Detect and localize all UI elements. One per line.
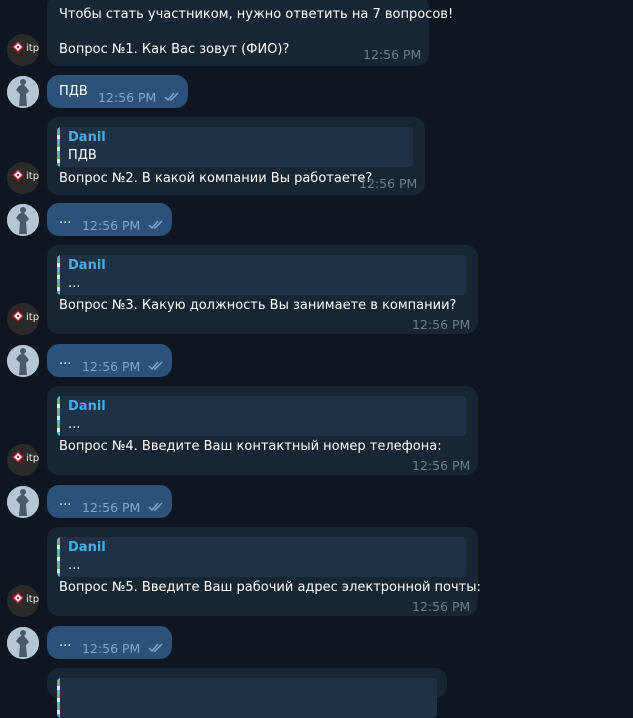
message-time: 12:56 PM	[359, 176, 418, 191]
message-time: 12:56 PM	[82, 359, 141, 374]
double-check-icon	[148, 220, 163, 230]
message-time: 12:56 PM	[82, 500, 141, 515]
user-avatar[interactable]	[7, 486, 39, 518]
logo-text: itp	[26, 312, 39, 323]
user-avatar[interactable]	[7, 627, 39, 659]
message-text: Вопрос №5. Введите Ваш рабочий адрес эле…	[59, 580, 481, 595]
bot-avatar[interactable]: itp	[7, 444, 39, 476]
message-text: Вопрос №2. В какой компании Вы работаете…	[59, 171, 373, 186]
reply-quote[interactable]: Danil ...	[57, 396, 466, 436]
logo-text: itp	[26, 43, 39, 54]
user-avatar[interactable]	[7, 345, 39, 377]
bot-avatar[interactable]: itp	[7, 34, 39, 66]
user-silhouette-icon	[7, 345, 39, 377]
bot-avatar[interactable]: itp	[7, 303, 39, 335]
user-silhouette-icon	[7, 204, 39, 236]
logo-text: itp	[26, 171, 39, 182]
reply-quote[interactable]: Danil ...	[57, 537, 466, 577]
message-time: 12:56 PM	[412, 458, 471, 473]
double-check-icon	[148, 361, 163, 371]
quote-bar	[57, 678, 60, 718]
reply-quote[interactable]	[57, 678, 437, 718]
message-text: Вопрос №3. Какую должность Вы занимаете …	[59, 298, 457, 313]
double-check-icon	[164, 92, 179, 102]
user-message[interactable]: ... 12:56 PM	[47, 203, 172, 236]
logo-text: itp	[26, 453, 39, 464]
message-text: ...	[59, 494, 72, 509]
message-text: ...	[59, 635, 72, 650]
user-message[interactable]: ПДВ 12:56 PM	[47, 75, 188, 108]
message-time: 12:56 PM	[412, 317, 471, 332]
logo-icon	[12, 592, 24, 604]
reply-quote[interactable]: Danil ПДВ	[57, 127, 413, 167]
logo-icon	[12, 41, 24, 53]
quote-text: ...	[68, 276, 81, 291]
user-message[interactable]: ... 12:56 PM	[47, 626, 172, 659]
user-message[interactable]: ... 12:56 PM	[47, 485, 172, 518]
message-text: Вопрос №1. Как Вас зовут (ФИО)?	[59, 42, 290, 57]
user-silhouette-icon	[7, 627, 39, 659]
quote-text: ...	[68, 558, 81, 573]
bot-message[interactable]: Danil ПДВ Вопрос №2. В какой компании Вы…	[47, 117, 425, 195]
user-silhouette-icon	[7, 76, 39, 108]
logo-icon	[12, 451, 24, 463]
message-time: 12:56 PM	[82, 641, 141, 656]
quote-bar	[57, 127, 60, 167]
user-avatar[interactable]	[7, 76, 39, 108]
quote-bar	[57, 255, 60, 295]
double-check-icon	[148, 643, 163, 653]
message-time: 12:56 PM	[363, 47, 422, 62]
bot-message-partial[interactable]	[47, 668, 447, 718]
logo-icon	[12, 310, 24, 322]
double-check-icon	[148, 502, 163, 512]
quote-author: Danil	[68, 130, 106, 145]
bot-avatar[interactable]: itp	[7, 585, 39, 617]
quote-bar	[57, 537, 60, 577]
logo-icon	[12, 169, 24, 181]
chat-history[interactable]: Чтобы стать участником, нужно ответить н…	[0, 0, 633, 718]
quote-bar	[57, 396, 60, 436]
quote-author: Danil	[68, 258, 106, 273]
bot-message[interactable]: Danil ... Вопрос №4. Введите Ваш контакт…	[47, 386, 478, 475]
bot-avatar[interactable]: itp	[7, 162, 39, 194]
message-time: 12:56 PM	[82, 218, 141, 233]
user-message[interactable]: ... 12:56 PM	[47, 344, 172, 377]
user-silhouette-icon	[7, 486, 39, 518]
message-text: Вопрос №4. Введите Ваш контактный номер …	[59, 439, 442, 454]
message-text: ...	[59, 212, 72, 227]
bot-message[interactable]: Danil ... Вопрос №3. Какую должность Вы …	[47, 245, 478, 334]
quote-author: Danil	[68, 399, 106, 414]
message-text: ПДВ	[59, 84, 88, 99]
message-text: ...	[59, 353, 72, 368]
quote-text: ...	[68, 417, 81, 432]
bot-message[interactable]: Чтобы стать участником, нужно ответить н…	[47, 0, 453, 66]
quote-author: Danil	[68, 540, 106, 555]
message-time: 12:56 PM	[412, 599, 471, 614]
message-time: 12:56 PM	[98, 90, 157, 105]
reply-quote[interactable]: Danil ...	[57, 255, 466, 295]
quote-text: ПДВ	[68, 148, 97, 163]
bot-message[interactable]: Danil ... Вопрос №5. Введите Ваш рабочий…	[47, 527, 481, 616]
logo-text: itp	[26, 594, 39, 605]
message-text: Чтобы стать участником, нужно ответить н…	[59, 7, 454, 22]
user-avatar[interactable]	[7, 204, 39, 236]
